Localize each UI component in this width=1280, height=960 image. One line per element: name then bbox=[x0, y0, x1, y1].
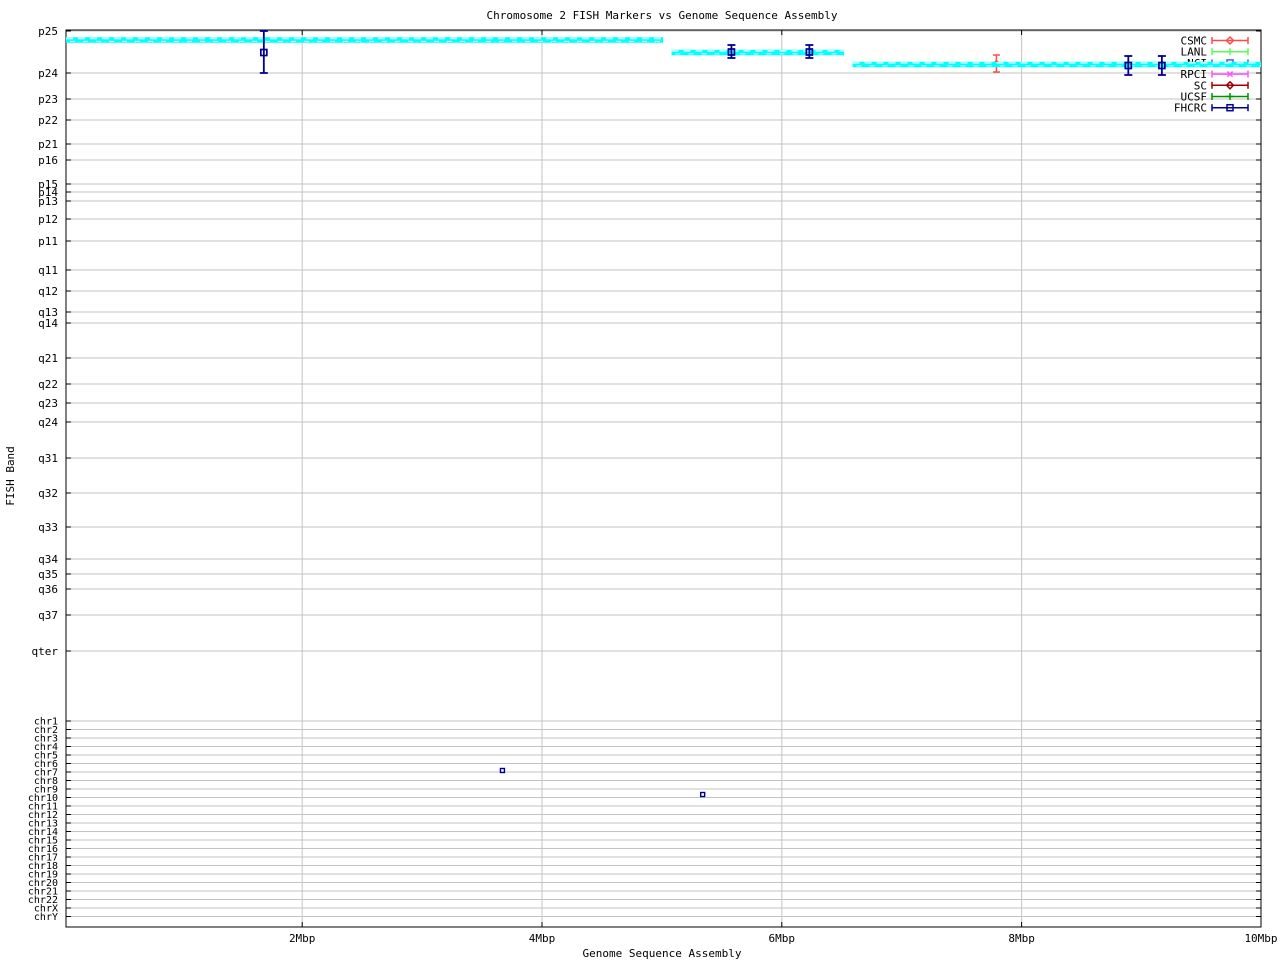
band-tick-label: q14 bbox=[38, 317, 58, 330]
chart-title: Chromosome 2 FISH Markers vs Genome Sequ… bbox=[487, 9, 838, 22]
band-tick-label: q34 bbox=[38, 553, 58, 566]
band-tick-label: q22 bbox=[38, 378, 58, 391]
x-tick-label: 8Mbp bbox=[1008, 932, 1035, 945]
x-axis-label: Genome Sequence Assembly bbox=[583, 947, 742, 960]
x-tick-label: 6Mbp bbox=[769, 932, 796, 945]
band-tick-label: p12 bbox=[38, 213, 58, 226]
chr-tick-label: chrY bbox=[34, 912, 58, 923]
band-tick-label: p23 bbox=[38, 93, 58, 106]
band-tick-label: p24 bbox=[38, 67, 58, 80]
legend-label-fhcrc: FHCRC bbox=[1174, 102, 1207, 115]
band-tick-label: q35 bbox=[38, 568, 58, 581]
band-tick-label: p16 bbox=[38, 154, 58, 167]
y-axis-label: FISH Band bbox=[4, 446, 17, 506]
x-tick-label: 10Mbp bbox=[1244, 932, 1277, 945]
square-marker bbox=[499, 767, 506, 774]
x-tick-label: 2Mbp bbox=[289, 932, 316, 945]
fish-map-figure: Chromosome 2 FISH Markers vs Genome Sequ… bbox=[0, 0, 1280, 960]
band-tick-label: q23 bbox=[38, 397, 58, 410]
band-tick-label: q37 bbox=[38, 609, 58, 622]
band-tick-label: p13 bbox=[38, 195, 58, 208]
band-tick-label: q31 bbox=[38, 452, 58, 465]
band-tick-label: qter bbox=[32, 645, 59, 658]
band-tick-label: p25 bbox=[38, 25, 58, 38]
band-tick-label: p22 bbox=[38, 114, 58, 127]
band-tick-label: q32 bbox=[38, 487, 58, 500]
band-tick-label: q12 bbox=[38, 285, 58, 298]
plot-border bbox=[65, 29, 1262, 928]
band-tick-label: q36 bbox=[38, 583, 58, 596]
band-tick-label: q24 bbox=[38, 416, 58, 429]
band-tick-label: p11 bbox=[38, 235, 58, 248]
plot-area: p25p24p23p22p21p16p15p14p13p12p11q11q12q… bbox=[28, 25, 1278, 945]
chart-canvas: Chromosome 2 FISH Markers vs Genome Sequ… bbox=[4, 9, 1278, 960]
band-tick-label: q11 bbox=[38, 264, 58, 277]
band-tick-label: q33 bbox=[38, 521, 58, 534]
square-marker bbox=[699, 791, 706, 798]
band-tick-label: p21 bbox=[38, 138, 58, 151]
band-tick-label: q21 bbox=[38, 352, 58, 365]
x-tick-label: 4Mbp bbox=[529, 932, 556, 945]
